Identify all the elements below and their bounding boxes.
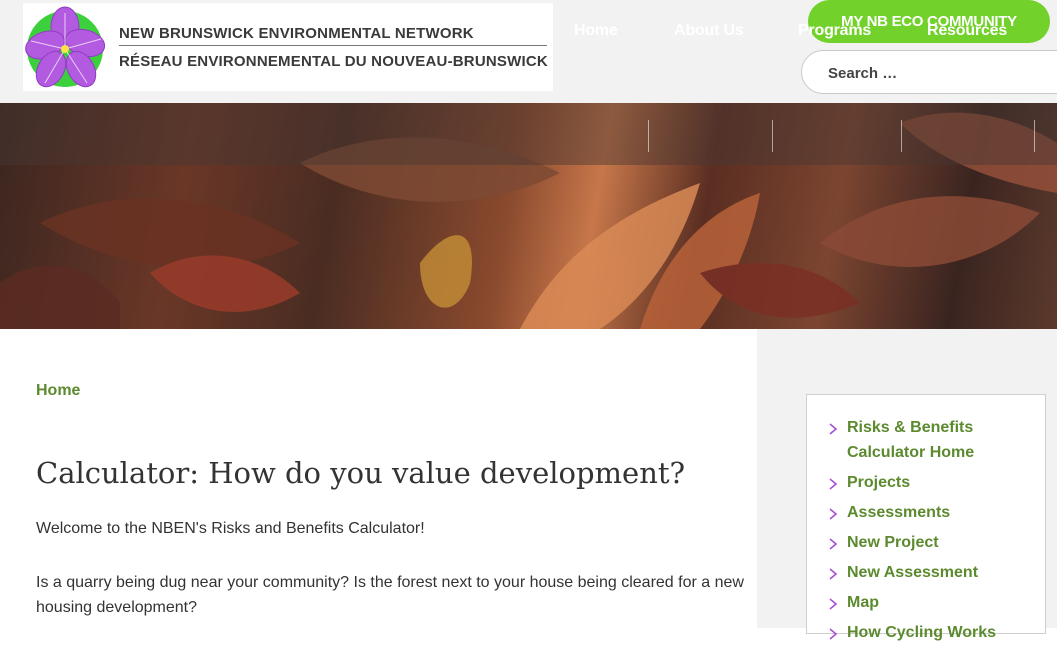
chevron-right-icon (829, 508, 838, 520)
breadcrumb-home-link[interactable]: Home (36, 382, 80, 400)
search-input[interactable] (826, 61, 1050, 85)
main-navigation (0, 103, 1057, 165)
nav-programs[interactable]: Programs (798, 0, 871, 62)
nav-about-us[interactable]: About Us (674, 0, 744, 62)
sidebar-item-new-project[interactable]: New Project (847, 530, 939, 555)
sidebar-item-how-cycling-works[interactable]: How Cycling Works (847, 620, 996, 645)
intro-text: Welcome to the NBEN's Risks and Benefits… (36, 520, 425, 537)
sidebar-item-assessments[interactable]: Assessments (847, 500, 950, 525)
chevron-right-icon (829, 628, 838, 640)
page-title: Calculator: How do you value development… (36, 456, 686, 490)
nav-divider (772, 120, 773, 152)
logo-title-french: RÉSEAU ENVIRONNEMENTAL DU NOUVEAU-BRUNSW… (119, 53, 548, 70)
sidebar-item-map[interactable]: Map (847, 590, 879, 615)
nav-home[interactable]: Home (574, 0, 618, 62)
logo-divider (119, 45, 547, 46)
chevron-right-icon (829, 538, 838, 550)
nav-divider (901, 120, 902, 152)
logo-title-english: NEW BRUNSWICK ENVIRONMENTAL NETWORK (119, 25, 474, 42)
site-logo[interactable]: NEW BRUNSWICK ENVIRONMENTAL NETWORK RÉSE… (23, 3, 553, 91)
chevron-right-icon (829, 598, 838, 610)
sidebar-item-new-assessment[interactable]: New Assessment (847, 560, 978, 585)
violet-flower-icon (25, 6, 105, 88)
chevron-right-icon (829, 568, 838, 580)
nav-resources[interactable]: Resources (927, 0, 1007, 62)
nav-divider (1034, 120, 1035, 152)
chevron-right-icon (829, 423, 838, 435)
sidebar-menu: Risks & Benefits Calculator Home Project… (806, 394, 1046, 641)
chevron-right-icon (829, 478, 838, 490)
nav-divider (648, 120, 649, 152)
body-paragraph: Is a quarry being dug near your communit… (36, 574, 744, 616)
sidebar-item-calculator-home[interactable]: Risks & Benefits Calculator Home (847, 415, 1027, 465)
sidebar-item-projects[interactable]: Projects (847, 470, 910, 495)
